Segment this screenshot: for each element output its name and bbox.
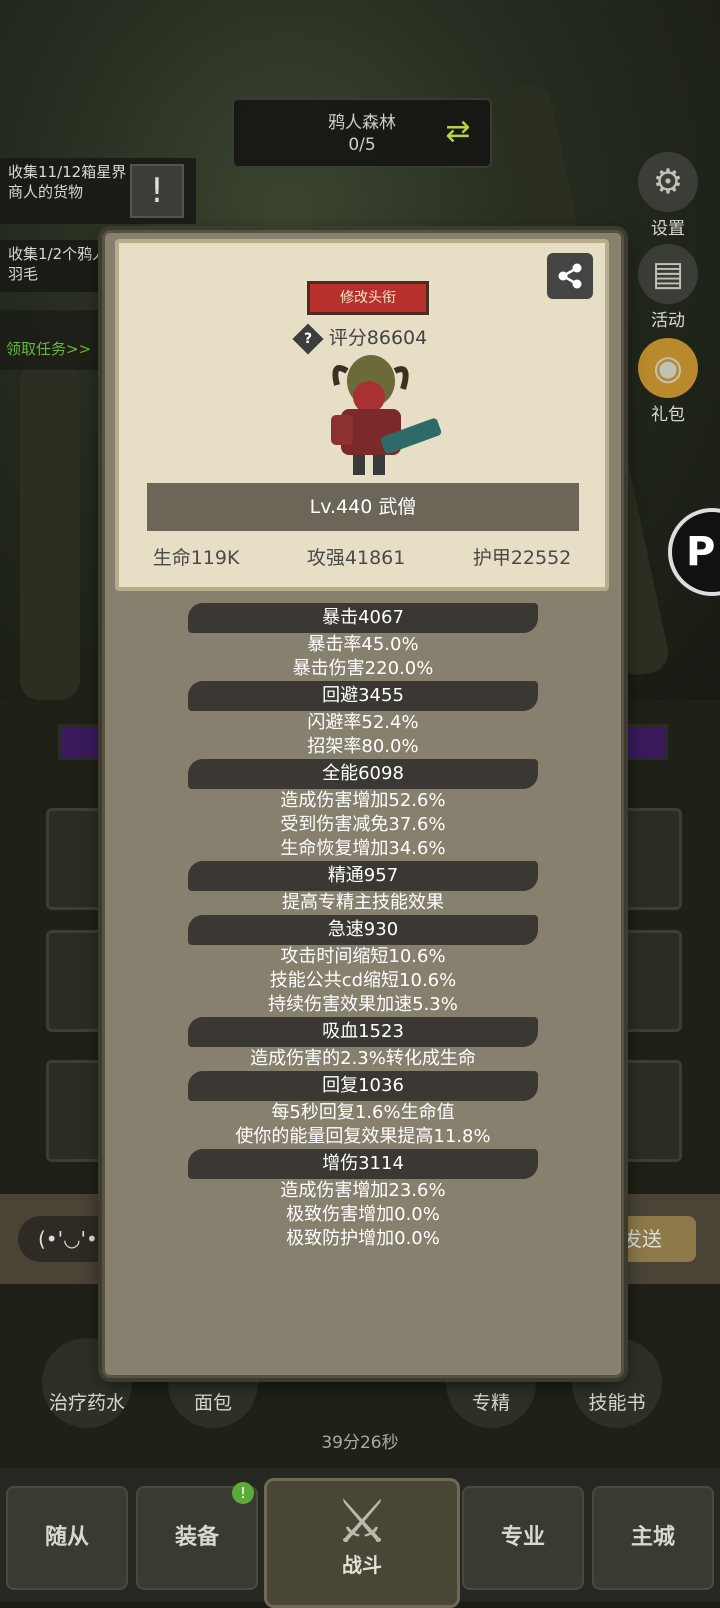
attribute-detail: 使你的能量回复效果提高11.8% bbox=[235, 1126, 491, 1147]
notification-badge: ! bbox=[232, 1482, 254, 1504]
attribute-detail: 受到伤害减免37.6% bbox=[280, 814, 446, 835]
attribute-detail: 每5秒回复1.6%生命值 bbox=[271, 1102, 455, 1123]
tab-battle[interactable]: ⚔ 战斗 bbox=[264, 1478, 460, 1608]
attribute-detail: 持续伤害效果加速5.3% bbox=[268, 994, 458, 1015]
attribute-detail: 招架率80.0% bbox=[307, 736, 419, 757]
attribute-header: 急速930 bbox=[188, 915, 538, 945]
potion-label: 治疗药水 bbox=[48, 1392, 125, 1414]
attribute-detail: 生命恢复增加34.6% bbox=[280, 838, 446, 859]
tree-trunk bbox=[20, 360, 80, 700]
attribute-header: 回避3455 bbox=[188, 681, 538, 711]
zone-indicator[interactable]: 鸦人森林 0/5 ⇄ bbox=[232, 98, 492, 168]
events-button[interactable]: ▤ 活动 bbox=[630, 244, 706, 331]
crossed-swords-icon: ⚔ bbox=[335, 1487, 389, 1557]
attribute-header: 回复1036 bbox=[188, 1071, 538, 1101]
attribute-detail: 技能公共cd缩短10.6% bbox=[269, 970, 457, 991]
attribute-header: 精通957 bbox=[188, 861, 538, 891]
share-icon bbox=[558, 263, 582, 289]
events-label: 活动 bbox=[651, 311, 685, 331]
attribute-detail: 闪避率52.4% bbox=[307, 712, 419, 733]
score-row: ? 评分86604 bbox=[119, 322, 605, 355]
health-stat: 生命119K bbox=[152, 547, 240, 569]
attribute-header: 暴击4067 bbox=[188, 603, 538, 633]
attribute-detail: 造成伤害增加23.6% bbox=[280, 1180, 446, 1201]
armor-stat: 护甲22552 bbox=[472, 547, 572, 569]
attribute-header: 吸血1523 bbox=[188, 1017, 538, 1047]
score-value: 评分86604 bbox=[328, 327, 428, 349]
attack-power-stat: 攻强41861 bbox=[306, 547, 406, 569]
exclamation-icon: ! bbox=[130, 164, 184, 218]
attribute-detail: 暴击伤害220.0% bbox=[292, 658, 434, 679]
attribute-detail: 攻击时间缩短10.6% bbox=[280, 946, 446, 967]
battle-label: 战斗 bbox=[342, 1553, 382, 1577]
attribute-header: 全能6098 bbox=[188, 759, 538, 789]
settings-button[interactable]: ⚙ 设置 bbox=[630, 152, 706, 239]
share-button[interactable] bbox=[547, 253, 593, 299]
claim-quest-link[interactable]: 领取任务>> bbox=[6, 338, 91, 359]
skill-book-label: 技能书 bbox=[588, 1392, 646, 1414]
base-stats: 生命119K 攻强41861 护甲22552 bbox=[119, 543, 605, 570]
rename-title-button[interactable]: 修改头衔 bbox=[307, 281, 429, 315]
attribute-detail: 极致防护增加0.0% bbox=[286, 1228, 440, 1249]
attribute-header: 增伤3114 bbox=[188, 1149, 538, 1179]
attribute-detail: 极致伤害增加0.0% bbox=[286, 1204, 440, 1225]
settings-label: 设置 bbox=[651, 219, 685, 239]
calendar-icon: ▤ bbox=[638, 244, 698, 304]
tab-profession[interactable]: 专业 bbox=[462, 1486, 584, 1590]
level-class-bar: Lv.440 武僧 bbox=[147, 483, 579, 531]
help-icon[interactable]: ? bbox=[292, 322, 324, 355]
bread-label: 面包 bbox=[193, 1392, 232, 1414]
attribute-detail: 造成伤害的2.3%转化成生命 bbox=[250, 1048, 476, 1069]
attribute-detail: 造成伤害增加52.6% bbox=[280, 790, 446, 811]
character-portrait bbox=[331, 355, 442, 475]
quest-item[interactable]: 收集11/12箱星界商人的货物 ! bbox=[0, 158, 196, 224]
character-panel: 修改头衔 ? 评分86604 Lv.440 武僧 生命119K 攻强41861 护… bbox=[102, 230, 624, 1378]
attribute-list: 暴击4067 暴击率45.0% 暴击伤害220.0% 回避3455 闪避率52.4% 招架… bbox=[105, 603, 621, 1251]
tab-main-city[interactable]: 主城 bbox=[592, 1486, 714, 1590]
attribute-detail: 暴击率45.0% bbox=[307, 634, 419, 655]
gift-button[interactable]: ◉ 礼包 bbox=[630, 338, 706, 425]
specialization-label: 专精 bbox=[471, 1392, 510, 1414]
timer: 39分26秒 bbox=[321, 1433, 399, 1453]
gift-label: 礼包 bbox=[651, 405, 685, 425]
attribute-detail: 提高专精主技能效果 bbox=[282, 892, 444, 913]
swap-icon[interactable]: ⇄ bbox=[440, 114, 476, 150]
gear-icon: ⚙ bbox=[638, 152, 698, 212]
tab-followers[interactable]: 随从 bbox=[6, 1486, 128, 1590]
quest-text: 收集11/12箱星界商人的货物 bbox=[8, 163, 127, 201]
character-card: 修改头衔 ? 评分86604 Lv.440 武僧 生命119K 攻强41861 护… bbox=[115, 239, 609, 591]
gift-icon: ◉ bbox=[638, 338, 698, 398]
